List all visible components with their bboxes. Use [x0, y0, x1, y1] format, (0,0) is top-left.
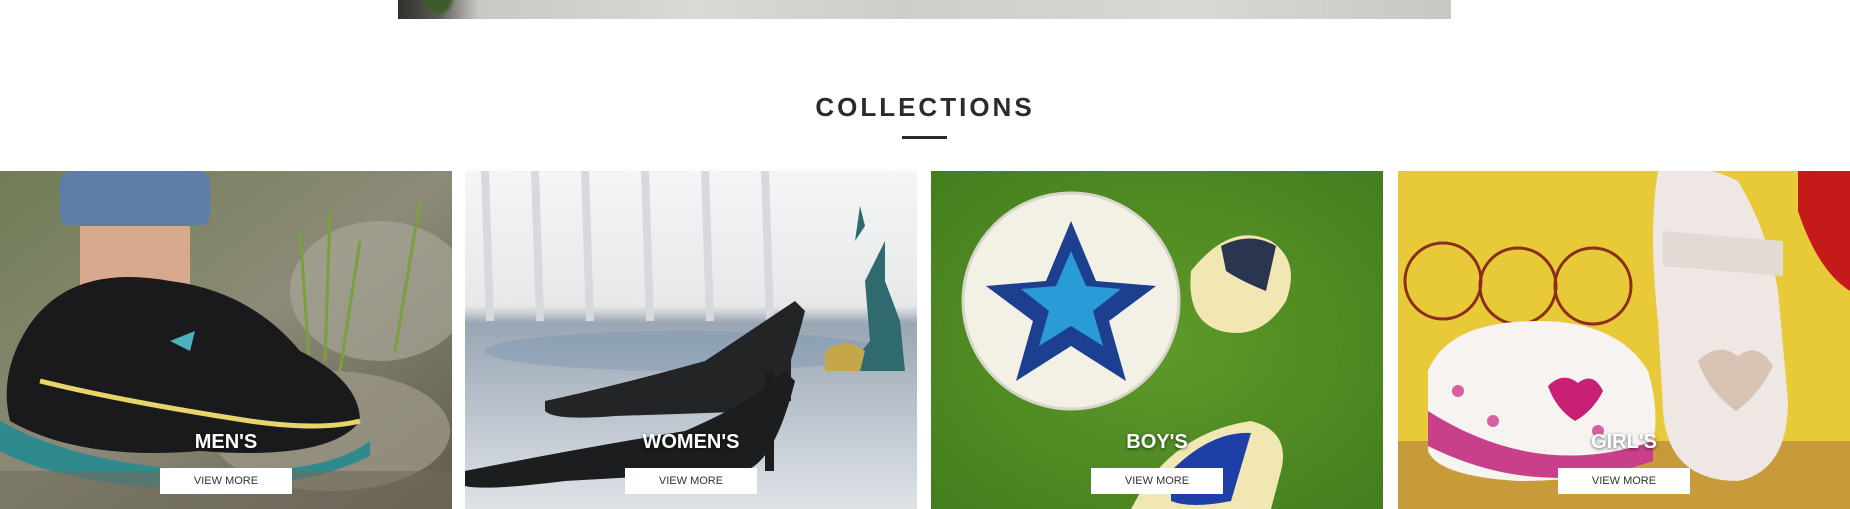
category-label: MEN'S: [194, 431, 258, 453]
mens-sneaker-image: [0, 171, 452, 509]
view-more-button[interactable]: VIEW MORE: [160, 468, 292, 494]
plant-image-fragment: [418, 0, 458, 19]
girls-sandals-image: [1398, 171, 1850, 509]
view-more-button[interactable]: VIEW MORE: [1091, 468, 1223, 494]
category-label: GIRL'S: [1591, 431, 1657, 453]
section-title: COLLECTIONS: [815, 92, 1035, 122]
category-label: BOY'S: [1126, 431, 1188, 453]
collection-card-mens[interactable]: MEN'S VIEW MORE: [0, 171, 452, 509]
category-label: WOMEN'S: [642, 431, 740, 453]
collection-card-womens[interactable]: WOMEN'S VIEW MORE: [465, 171, 917, 509]
collection-card-girls[interactable]: GIRL'S VIEW MORE: [1398, 171, 1850, 509]
view-more-button[interactable]: VIEW MORE: [1558, 468, 1690, 494]
view-more-button[interactable]: VIEW MORE: [625, 468, 757, 494]
hero-banner-bottom: [398, 0, 1451, 19]
title-underline: [902, 136, 947, 139]
collection-card-boys[interactable]: BOY'S VIEW MORE: [931, 171, 1383, 509]
boys-shoes-football-image: [931, 171, 1383, 509]
womens-heels-image: [465, 171, 917, 509]
